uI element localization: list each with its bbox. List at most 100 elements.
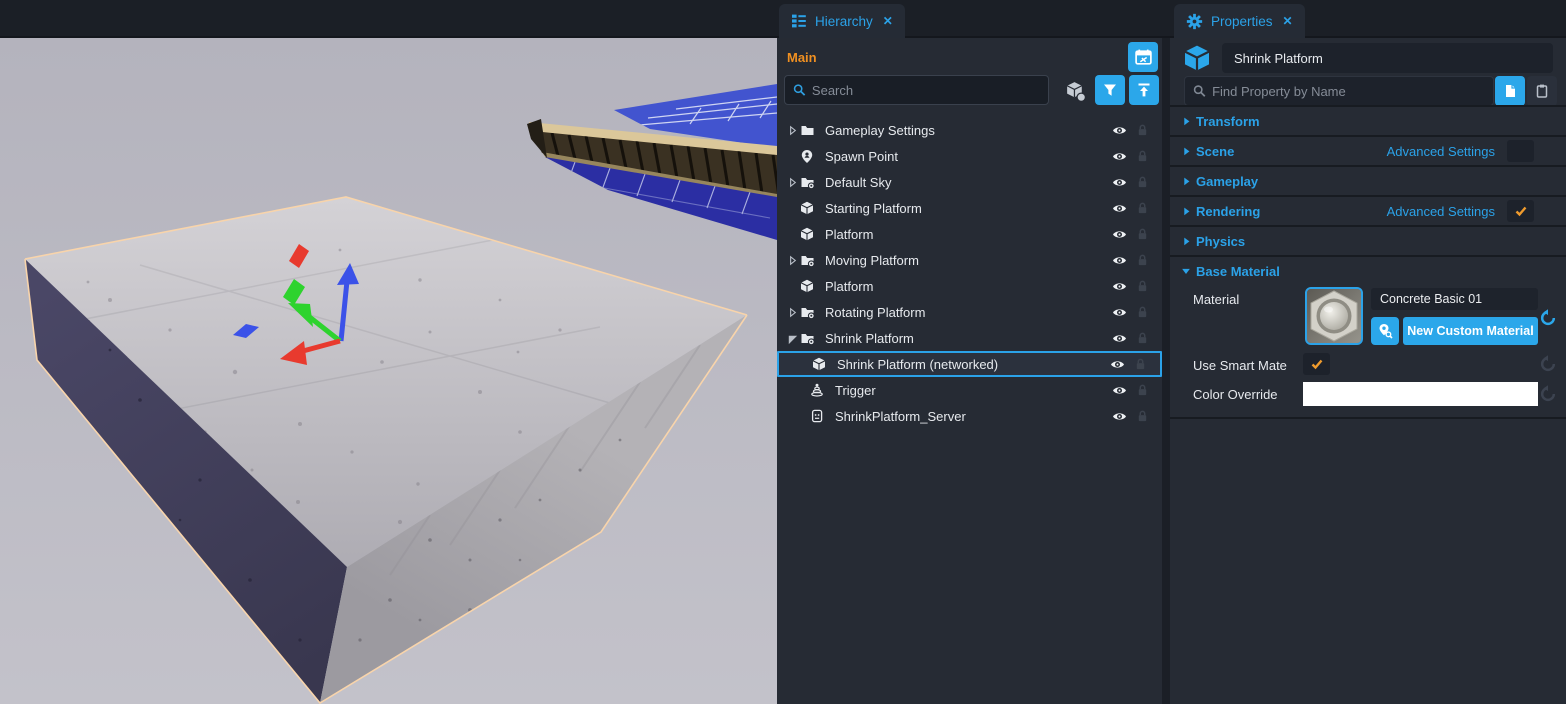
lock-icon[interactable]: [1133, 123, 1152, 137]
caret-right-icon[interactable]: [785, 254, 800, 267]
section-physics[interactable]: Physics: [1170, 225, 1566, 255]
eye-icon[interactable]: [1110, 202, 1129, 215]
tree-row-default-sky[interactable]: Default Sky: [777, 169, 1162, 195]
section-scene[interactable]: Scene Advanced Settings: [1170, 135, 1566, 165]
tree-row-spawn-point[interactable]: Spawn Point: [777, 143, 1162, 169]
lock-icon[interactable]: [1131, 357, 1150, 371]
eye-icon[interactable]: [1110, 124, 1129, 137]
folder-gear-icon: [800, 253, 816, 267]
reset-color-override-button[interactable]: [1539, 385, 1557, 403]
folder-icon: [800, 123, 816, 137]
world-events-button[interactable]: [1128, 42, 1158, 72]
lock-icon[interactable]: [1133, 227, 1152, 241]
section-gameplay[interactable]: Gameplay: [1170, 165, 1566, 195]
hierarchy-root-label: Main: [787, 50, 817, 65]
advanced-settings-checkbox[interactable]: [1507, 140, 1534, 162]
close-icon[interactable]: ✕: [881, 14, 893, 28]
section-transform[interactable]: Transform: [1170, 105, 1566, 135]
tree-row-label: Default Sky: [825, 175, 1106, 190]
lock-icon[interactable]: [1133, 279, 1152, 293]
eye-icon[interactable]: [1110, 254, 1129, 267]
caret-right-icon: [1178, 145, 1194, 157]
tree-row-rotating-platform[interactable]: Rotating Platform: [777, 299, 1162, 325]
filter-button[interactable]: [1095, 75, 1125, 105]
eye-icon[interactable]: [1110, 228, 1129, 241]
section-label: Transform: [1196, 114, 1556, 129]
lock-icon[interactable]: [1133, 149, 1152, 163]
spawn-point-icon: [800, 149, 816, 164]
tree-row-label: Moving Platform: [825, 253, 1106, 268]
eye-icon[interactable]: [1110, 280, 1129, 293]
lock-icon[interactable]: [1133, 383, 1152, 397]
lock-icon[interactable]: [1133, 253, 1152, 267]
script-icon: [810, 409, 826, 423]
tree-row-label: Spawn Point: [825, 149, 1106, 164]
property-sections: Transform Scene Advanced Settings Gamepl…: [1170, 105, 1566, 285]
property-search-input[interactable]: [1212, 84, 1485, 99]
folder-gear-icon: [800, 175, 816, 189]
viewport-3d[interactable]: [0, 38, 777, 704]
tree-row-moving-platform[interactable]: Moving Platform: [777, 247, 1162, 273]
search-icon: [793, 83, 806, 97]
folder-gear-icon: [800, 305, 816, 319]
eye-icon[interactable]: [1110, 306, 1129, 319]
caret-right-icon: [1178, 235, 1194, 247]
hierarchy-tree: Gameplay Settings Spawn Point Default Sk…: [777, 117, 1162, 429]
section-label: Scene: [1196, 144, 1387, 159]
lock-icon[interactable]: [1133, 201, 1152, 215]
reset-icon: [1539, 309, 1557, 327]
paste-properties-button[interactable]: [1527, 76, 1557, 106]
reset-material-button[interactable]: [1539, 309, 1557, 327]
property-search[interactable]: [1184, 76, 1494, 106]
tree-row-gameplay-settings[interactable]: Gameplay Settings: [777, 117, 1162, 143]
use-smart-label: Use Smart Mate: [1193, 358, 1287, 373]
section-base-material[interactable]: Base Material: [1170, 255, 1566, 285]
hierarchy-search[interactable]: [784, 75, 1049, 105]
section-rendering[interactable]: Rendering Advanced Settings: [1170, 195, 1566, 225]
object-name-field[interactable]: [1222, 43, 1553, 73]
tree-row-shrink-platform-networked[interactable]: Shrink Platform (networked): [777, 351, 1162, 377]
eye-icon[interactable]: [1108, 358, 1127, 371]
section-label: Gameplay: [1196, 174, 1556, 189]
caret-right-icon[interactable]: [785, 124, 800, 137]
tab-properties[interactable]: Properties ✕: [1174, 4, 1305, 38]
upload-button[interactable]: [1129, 75, 1159, 105]
reset-use-smart-button[interactable]: [1539, 355, 1557, 373]
color-override-swatch[interactable]: [1303, 382, 1538, 406]
world-events-icon: [1134, 48, 1153, 67]
lock-icon[interactable]: [1133, 409, 1152, 423]
caret-right-icon[interactable]: [785, 306, 800, 319]
eye-icon[interactable]: [1110, 410, 1129, 423]
concrete-material-preview: [1307, 289, 1361, 343]
caret-right-icon[interactable]: [785, 176, 800, 189]
close-icon[interactable]: ✕: [1281, 14, 1293, 28]
advanced-settings-checkbox[interactable]: [1507, 200, 1534, 222]
hierarchy-search-input[interactable]: [812, 83, 1040, 98]
tree-row-starting-platform[interactable]: Starting Platform: [777, 195, 1162, 221]
eye-icon[interactable]: [1110, 332, 1129, 345]
reset-icon: [1539, 385, 1557, 403]
tree-row-label: ShrinkPlatform_Server: [835, 409, 1106, 424]
tree-row-shrink-platform[interactable]: Shrink Platform: [777, 325, 1162, 351]
copy-properties-button[interactable]: [1495, 76, 1525, 106]
eye-icon[interactable]: [1110, 176, 1129, 189]
lock-icon[interactable]: [1133, 331, 1152, 345]
use-smart-checkbox[interactable]: [1303, 353, 1330, 375]
caret-expanded-icon[interactable]: [785, 332, 800, 345]
locate-material-button[interactable]: [1371, 317, 1399, 345]
tab-hierarchy[interactable]: Hierarchy ✕: [779, 4, 905, 38]
tree-row-trigger[interactable]: Trigger: [777, 377, 1162, 403]
search-icon: [1193, 84, 1206, 98]
tree-row-platform-2[interactable]: Platform: [777, 273, 1162, 299]
properties-panel: Transform Scene Advanced Settings Gamepl…: [1170, 38, 1566, 704]
lock-icon[interactable]: [1133, 175, 1152, 189]
tree-row-shrinkplatform-server[interactable]: ShrinkPlatform_Server: [777, 403, 1162, 429]
material-thumbnail[interactable]: [1305, 287, 1363, 345]
asset-cube-toggle[interactable]: [1064, 80, 1087, 108]
lock-icon[interactable]: [1133, 305, 1152, 319]
tree-row-platform[interactable]: Platform: [777, 221, 1162, 247]
eye-icon[interactable]: [1110, 384, 1129, 397]
new-custom-material-button[interactable]: New Custom Material: [1403, 317, 1538, 345]
hierarchy-panel: Main: [777, 38, 1162, 704]
eye-icon[interactable]: [1110, 150, 1129, 163]
